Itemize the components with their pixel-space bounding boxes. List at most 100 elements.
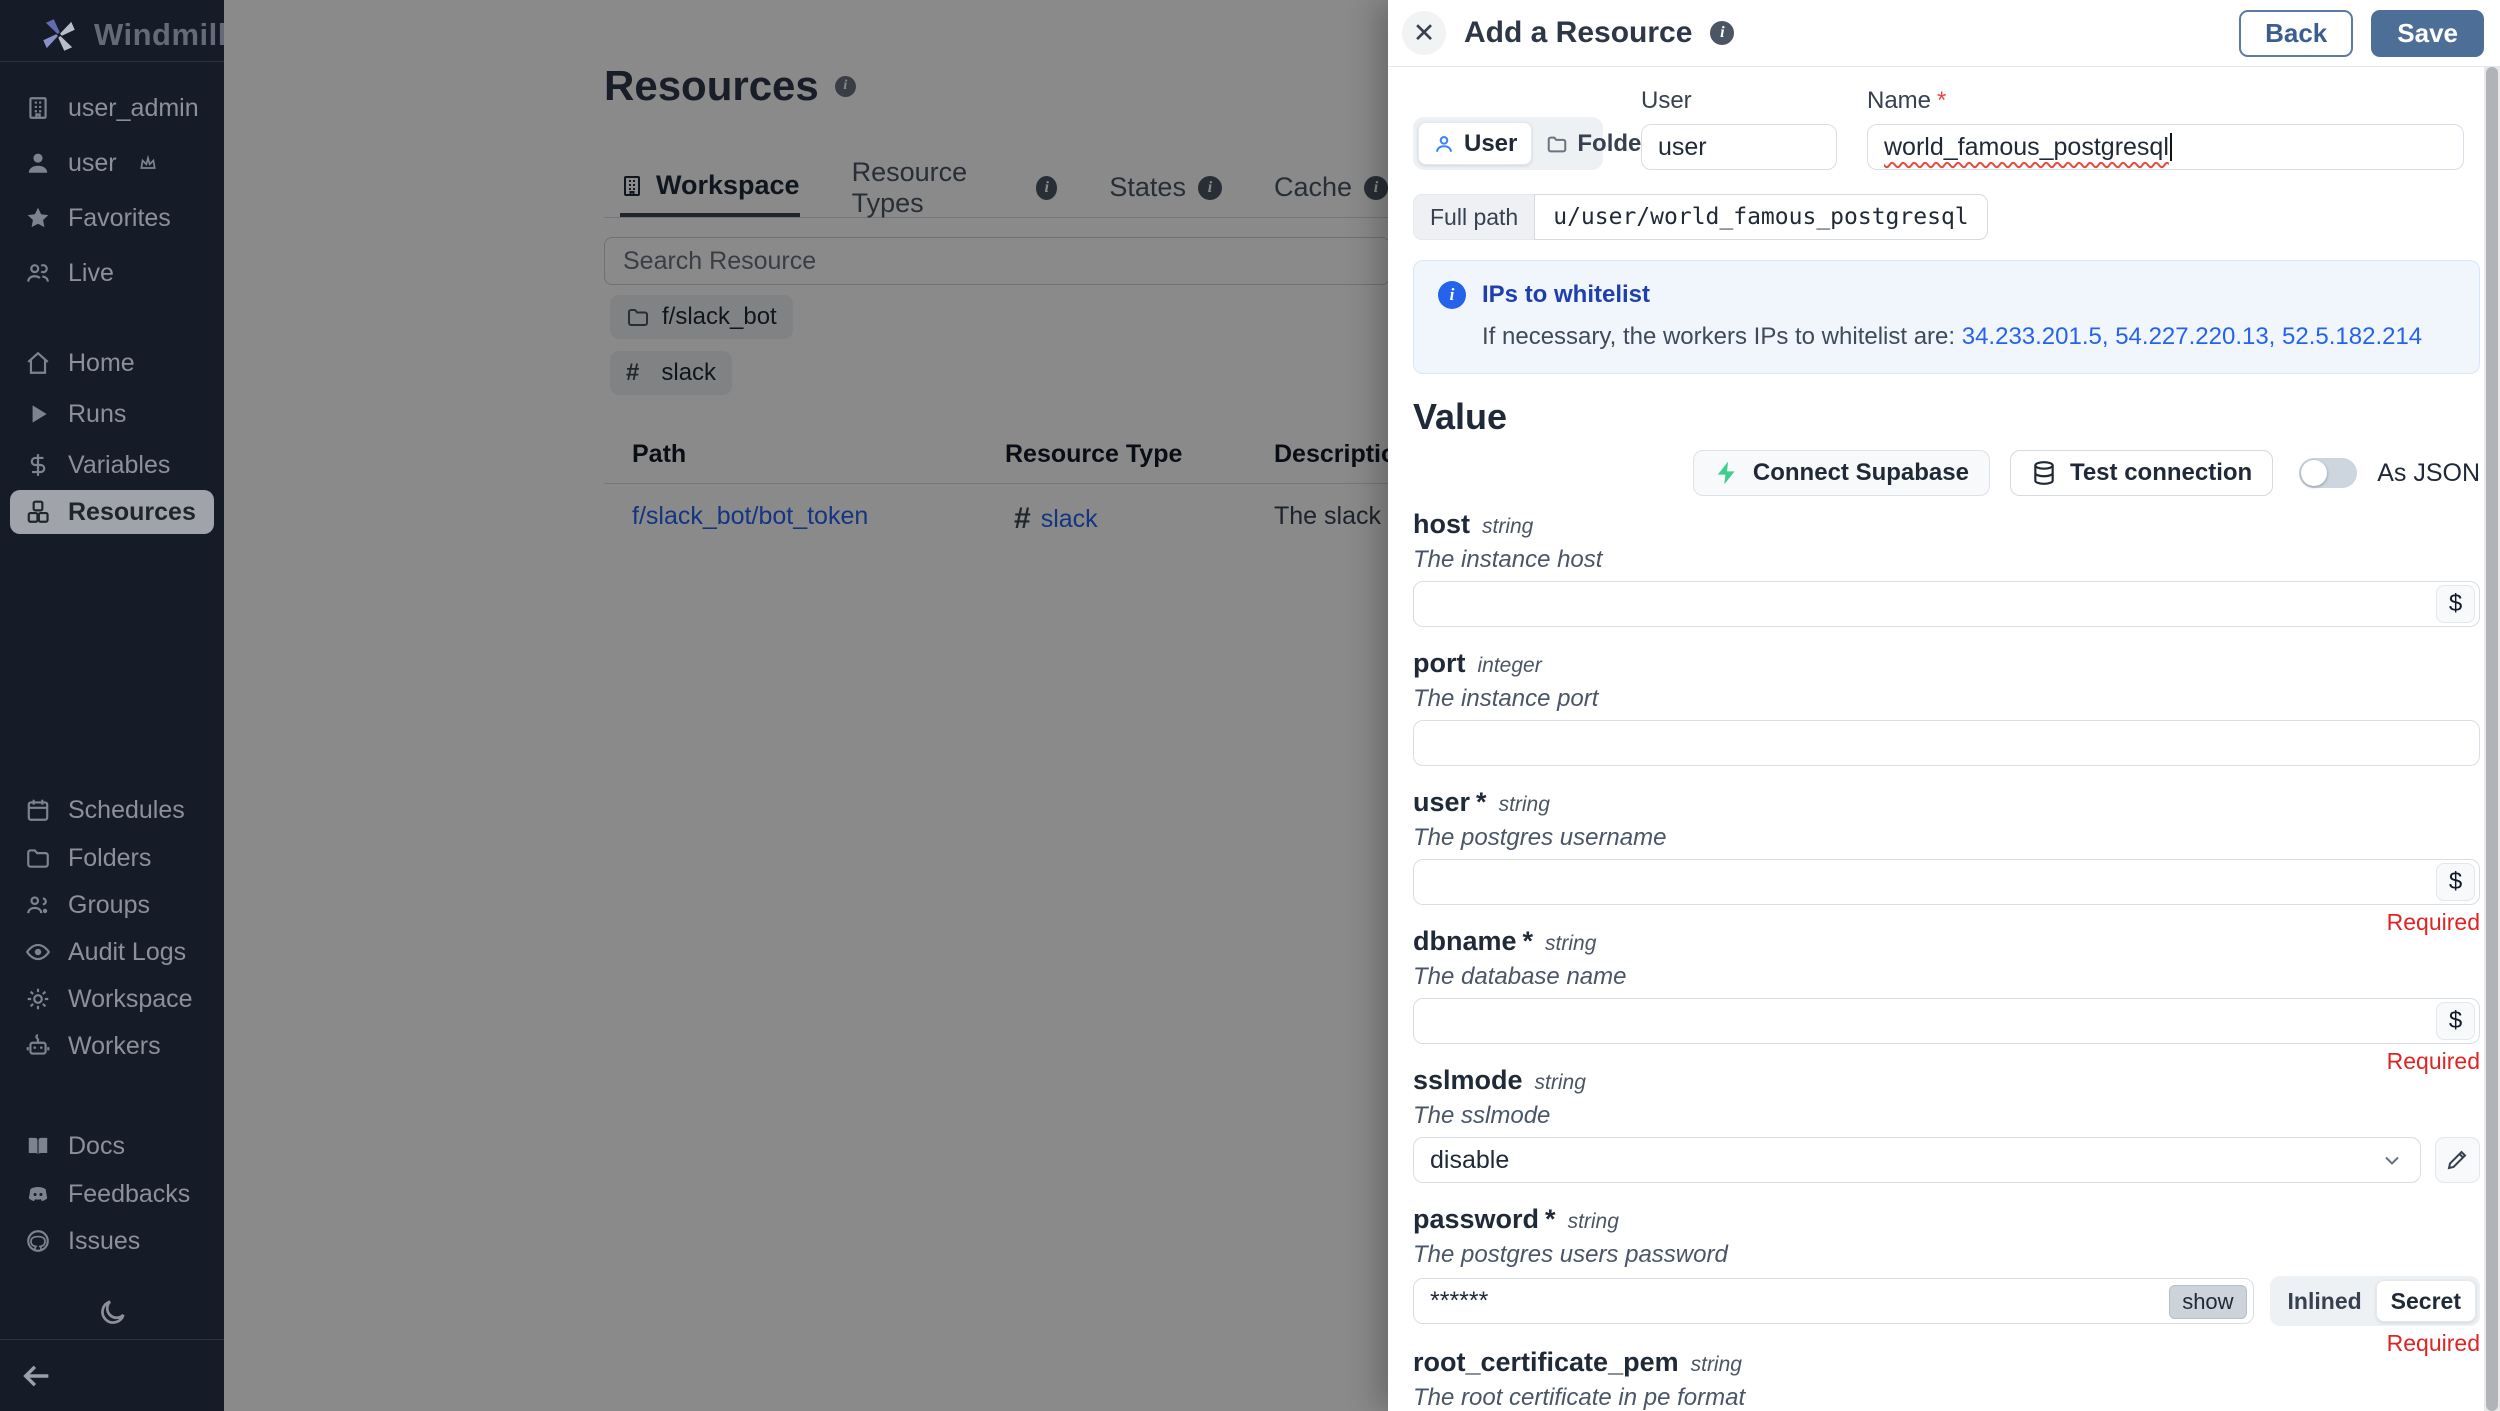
sidebar-item-groups[interactable]: Groups — [10, 883, 214, 927]
sidebar-item-workspace-switcher[interactable]: user_admin — [10, 86, 214, 130]
book-icon — [25, 1133, 51, 1159]
account-label: user — [68, 149, 117, 178]
name-field[interactable]: world_famous_postgresql — [1867, 124, 2464, 170]
field-root-certificate-pem: root_certificate_pemstring The root cert… — [1413, 1348, 2480, 1411]
field-host: hoststring The instance host $ — [1413, 510, 2480, 627]
moon-icon — [96, 1297, 128, 1329]
value-section-heading: Value — [1413, 396, 2464, 438]
field-port: portinteger The instance port — [1413, 649, 2480, 766]
kind-user-option[interactable]: User — [1418, 122, 1532, 165]
port-input[interactable] — [1413, 720, 2480, 766]
user-icon — [1433, 133, 1455, 155]
field-user: user*string The postgres username $ Requ… — [1413, 788, 2480, 905]
groups-label: Groups — [68, 891, 150, 920]
sslmode-select[interactable]: disable — [1413, 1137, 2421, 1183]
edit-enum-button[interactable] — [2435, 1137, 2480, 1183]
sidebar-item-home[interactable]: Home — [10, 341, 214, 385]
dollar-icon — [25, 452, 51, 478]
close-drawer-button[interactable]: ✕ — [1402, 11, 1446, 55]
required-star: * — [1545, 1205, 1556, 1233]
dbname-input[interactable]: $ — [1413, 998, 2480, 1044]
sidebar-item-runs[interactable]: Runs — [10, 392, 214, 436]
drawer-backdrop[interactable] — [224, 0, 1388, 1411]
scrollbar-thumb[interactable] — [2486, 67, 2498, 1411]
required-hint: Required — [2387, 909, 2480, 936]
crown-icon — [138, 153, 158, 173]
app-logo[interactable]: Windmill — [38, 14, 227, 56]
back-button[interactable]: Back — [2239, 10, 2353, 57]
whitelist-ips: 34.233.201.5, 54.227.220.13, 52.5.182.21… — [1962, 323, 2422, 350]
save-button[interactable]: Save — [2371, 10, 2484, 57]
folder-icon — [25, 845, 51, 871]
secret-kind-toggle: Inlined Secret — [2270, 1276, 2480, 1326]
sidebar-item-resources[interactable]: Resources — [10, 490, 214, 534]
password-input[interactable]: ****** show — [1413, 1278, 2254, 1324]
text-caret — [2170, 133, 2172, 161]
variable-picker-button[interactable]: $ — [2436, 1002, 2475, 1040]
sidebar-item-docs[interactable]: Docs — [10, 1124, 214, 1168]
user-group-icon — [25, 892, 51, 918]
variable-picker-button[interactable]: $ — [2436, 585, 2475, 623]
building-icon — [25, 95, 51, 121]
as-json-label: As JSON — [2377, 459, 2480, 488]
sidebar-item-workspace-settings[interactable]: Workspace — [10, 977, 214, 1021]
info-icon: i — [1438, 281, 1466, 309]
full-path-label: Full path — [1413, 194, 1534, 240]
sidebar-item-favorites[interactable]: Favorites — [10, 196, 214, 240]
test-connection-button[interactable]: Test connection — [2010, 450, 2273, 496]
host-input[interactable]: $ — [1413, 581, 2480, 627]
runs-label: Runs — [68, 400, 126, 429]
schedules-label: Schedules — [68, 796, 185, 825]
issues-label: Issues — [68, 1227, 140, 1256]
field-port-description: The instance port — [1413, 686, 2480, 712]
database-icon — [2031, 460, 2057, 486]
required-star: * — [1937, 87, 1946, 114]
value-actions: Connect Supabase Test connection As JSON — [1413, 450, 2480, 496]
show-password-button[interactable]: show — [2169, 1285, 2246, 1319]
field-host-description: The instance host — [1413, 547, 2480, 573]
workspace-switcher-label: user_admin — [68, 94, 199, 123]
home-icon — [25, 350, 51, 376]
secret-option[interactable]: Secret — [2376, 1280, 2476, 1322]
variable-picker-button[interactable]: $ — [2436, 863, 2475, 901]
kind-user-label: User — [1464, 130, 1517, 158]
info-icon[interactable]: i — [1710, 21, 1734, 45]
sidebar-item-workers[interactable]: Workers — [10, 1024, 214, 1068]
inlined-option[interactable]: Inlined — [2274, 1280, 2376, 1322]
name-field-label: Name* — [1867, 87, 2464, 115]
infobox-body: If necessary, the workers IPs to whiteli… — [1438, 323, 2455, 351]
dark-mode-toggle[interactable] — [92, 1293, 132, 1333]
field-password-description: The postgres users password — [1413, 1242, 2480, 1268]
robot-icon — [25, 1033, 51, 1059]
live-label: Live — [68, 259, 114, 288]
required-hint: Required — [2387, 1330, 2480, 1357]
sidebar-divider-bottom — [0, 1339, 224, 1340]
sidebar-item-feedbacks[interactable]: Feedbacks — [10, 1172, 214, 1216]
field-sslmode: sslmodestring The sslmode disable — [1413, 1066, 2480, 1183]
field-sslmode-description: The sslmode — [1413, 1103, 2480, 1129]
sidebar-item-variables[interactable]: Variables — [10, 443, 214, 487]
as-json-toggle[interactable] — [2299, 458, 2357, 488]
field-root-certificate-description: The root certificate in pe format — [1413, 1385, 2480, 1411]
user-icon — [25, 150, 51, 176]
drawer-header: ✕ Add a Resource i Back Save — [1388, 0, 2500, 67]
connect-supabase-button[interactable]: Connect Supabase — [1693, 450, 1990, 496]
sidebar-item-live[interactable]: Live — [10, 251, 214, 295]
gear-icon — [25, 986, 51, 1012]
calendar-icon — [25, 797, 51, 823]
sidebar-item-audit-logs[interactable]: Audit Logs — [10, 930, 214, 974]
favorites-label: Favorites — [68, 204, 171, 233]
user-field-label: User — [1641, 87, 1837, 115]
sidebar-item-schedules[interactable]: Schedules — [10, 788, 214, 832]
collapse-sidebar-button[interactable] — [20, 1356, 64, 1396]
required-star: * — [1476, 788, 1487, 816]
user-field[interactable] — [1641, 124, 1837, 170]
star-icon — [25, 205, 51, 231]
sidebar-item-issues[interactable]: Issues — [10, 1219, 214, 1263]
github-icon — [25, 1228, 51, 1254]
sidebar-item-folders[interactable]: Folders — [10, 836, 214, 880]
pg-user-input[interactable]: $ — [1413, 859, 2480, 905]
drawer-scrollbar[interactable] — [2484, 67, 2500, 1411]
supabase-bolt-icon — [1714, 460, 1740, 486]
sidebar-item-account[interactable]: user — [10, 141, 214, 185]
